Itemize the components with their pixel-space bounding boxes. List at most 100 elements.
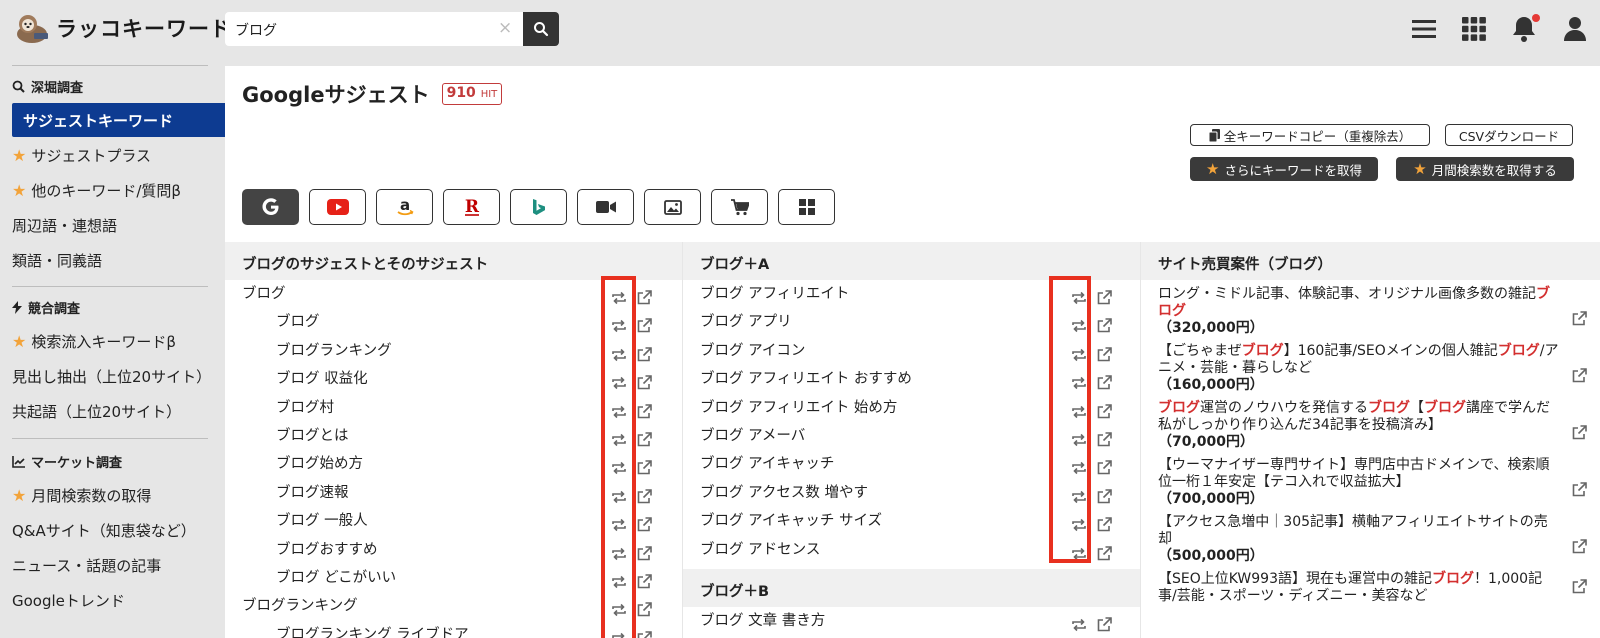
keyword-text[interactable]: ブログ アフィリエイト 始め方 <box>700 394 897 422</box>
video-camera-icon <box>595 201 616 213</box>
engine-tab-video[interactable] <box>577 189 634 225</box>
keyword-text[interactable]: ブログ アフィリエイト おすすめ <box>700 365 912 393</box>
external-link-icon[interactable] <box>1572 311 1587 331</box>
sidebar-item-inflow-keywords[interactable]: ★ 検索流入キーワードβ <box>12 324 176 358</box>
keyword-text[interactable]: ブログ <box>242 280 286 308</box>
external-link-icon[interactable] <box>1097 457 1113 475</box>
sidebar-item-headings[interactable]: 見出し抽出（上位20サイト） <box>12 359 211 393</box>
hit-count-badge: 910 HIT <box>441 83 503 105</box>
keyword-text[interactable]: ブログ アイキャッチ <box>700 450 834 478</box>
external-link-icon[interactable] <box>637 344 653 362</box>
keyword-text[interactable]: ブログ始め方 <box>276 450 363 478</box>
keyword-text[interactable]: ブログ アフィリエイト <box>700 280 849 308</box>
external-link-icon[interactable] <box>1572 425 1587 445</box>
sidebar-item-cooccurrence[interactable]: 共起語（上位20サイト） <box>12 394 181 428</box>
keyword-text[interactable]: ブログ アプリ <box>700 308 792 336</box>
sidebar-item-other-keywords[interactable]: ★ 他のキーワード/質問β <box>12 173 181 207</box>
clear-search-icon[interactable]: × <box>498 18 512 38</box>
keyword-text[interactable]: ブログ アドセンス <box>700 536 820 564</box>
external-link-icon[interactable] <box>637 401 653 418</box>
search-input[interactable]: ブログ <box>225 12 523 46</box>
keyword-text[interactable]: ブログ アイコン <box>700 337 805 365</box>
external-link-icon[interactable] <box>1097 429 1113 447</box>
external-link-icon[interactable] <box>1097 514 1113 532</box>
engine-tab-google[interactable] <box>242 189 299 225</box>
get-more-keywords-button[interactable]: ★ さらにキーワードを取得 <box>1190 157 1378 181</box>
csv-download-button[interactable]: CSVダウンロード <box>1445 124 1573 146</box>
keyword-row[interactable]: ブログ 文章 書き方 <box>683 607 1140 635</box>
external-link-icon[interactable] <box>637 457 653 475</box>
keyword-text[interactable]: ブログ 文章 書き方 <box>700 607 825 635</box>
keyword-text[interactable]: ブログ どこがいい <box>276 564 396 592</box>
external-link-icon[interactable] <box>1572 368 1587 388</box>
engine-tab-rakuten[interactable]: R <box>443 189 500 225</box>
keyword-text[interactable]: ブログ 収益化 <box>276 365 368 393</box>
engine-tab-image[interactable] <box>644 189 701 225</box>
user-account-icon[interactable] <box>1561 14 1589 44</box>
external-link-icon[interactable] <box>637 315 653 333</box>
logo[interactable]: ラッコキーワード <box>12 12 232 44</box>
site-sale-item[interactable]: 【SEO上位KW993語】現在も運営中の雑記ブログ！1,000記事/芸能・スポー… <box>1141 571 1600 605</box>
keyword-text[interactable]: ブログおすすめ <box>276 536 378 564</box>
keyword-text[interactable]: ブログランキング <box>276 337 392 365</box>
get-monthly-volume-button[interactable]: ★ 月間検索数を取得する <box>1396 157 1574 181</box>
site-sale-item[interactable]: ブログ運営のノウハウを発信するブログ【ブログ講座で学んだ私がしっかり作り込んだ3… <box>1141 400 1600 451</box>
keyword-text[interactable]: ブログとは <box>276 422 349 450</box>
keyword-text[interactable]: ブログ アクセス数 増やす <box>700 479 868 507</box>
external-link-icon[interactable] <box>1097 543 1113 560</box>
engine-tab-bing[interactable] <box>510 189 567 225</box>
search-button[interactable] <box>523 12 559 46</box>
sidebar-item-qa-sites[interactable]: Q&Aサイト（知恵袋など） <box>12 513 196 547</box>
keyword-text[interactable]: ブログ 一般人 <box>276 507 368 535</box>
keyword-text[interactable]: ブログ アメーバ <box>700 422 805 450</box>
keyword-text[interactable]: ブログランキング ライブドア <box>276 621 469 638</box>
external-link-icon[interactable] <box>1097 344 1113 362</box>
menu-icon[interactable] <box>1410 14 1438 44</box>
external-link-icon[interactable] <box>637 429 653 447</box>
engine-tab-amazon[interactable]: a <box>376 189 433 225</box>
sidebar-item-suggest-keyword[interactable]: サジェストキーワード <box>12 103 225 137</box>
engine-tab-shopping[interactable] <box>711 189 768 225</box>
external-link-icon[interactable] <box>637 599 653 617</box>
sidebar-item-google-trends[interactable]: Googleトレンド <box>12 583 125 617</box>
keyword-text[interactable]: ブログ <box>276 308 320 336</box>
external-link-icon[interactable] <box>1097 287 1113 305</box>
external-link-icon[interactable] <box>637 571 653 589</box>
site-sale-item[interactable]: 【ごちゃまぜブログ】160記事/SEOメインの個人雑記ブログ/アニメ・芸能・暮ら… <box>1141 343 1600 394</box>
external-link-icon[interactable] <box>637 628 653 638</box>
engine-tab-youtube[interactable] <box>309 189 366 225</box>
keyword-text[interactable]: ブログ速報 <box>276 479 349 507</box>
keyword-text[interactable]: ブログランキング <box>242 592 358 620</box>
external-link-icon[interactable] <box>637 514 653 532</box>
site-sale-item[interactable]: ロング・ミドル記事、体験記事、オリジナル画像多数の雑記ブログ （320,000円） <box>1141 286 1600 337</box>
sidebar-item-news[interactable]: ニュース・話題の記事 <box>12 548 161 582</box>
sidebar-item-synonyms[interactable]: 類語・同義語 <box>12 243 102 277</box>
external-link-icon[interactable] <box>1097 315 1113 333</box>
site-sale-item[interactable]: 【アクセス急増中｜305記事】横軸アフィリエイトサイトの売却 （500,000円） <box>1141 514 1600 565</box>
external-link-icon[interactable] <box>637 543 653 560</box>
external-link-icon[interactable] <box>637 486 653 504</box>
copy-all-keywords-button[interactable]: 全キーワードコピー（重複除去） <box>1190 124 1430 146</box>
sale-title-text: 】160記事/SEOメインの個人雑記 <box>1283 343 1498 359</box>
apps-grid-icon[interactable] <box>1460 14 1488 44</box>
external-link-icon[interactable] <box>637 287 653 305</box>
keyword-text[interactable]: ブログ村 <box>276 394 334 422</box>
site-sale-item[interactable]: 【ウーマナイザー専門サイト】専門店中古ドメインで、検索順位一桁１年安定【テコ入れ… <box>1141 457 1600 508</box>
external-link-icon[interactable] <box>1097 486 1113 504</box>
external-link-icon[interactable] <box>637 372 653 390</box>
star-icon: ★ <box>12 485 27 505</box>
sidebar-item-suggest-plus[interactable]: ★ サジェストプラス <box>12 138 151 172</box>
keyword-text[interactable]: ブログ アイキャッチ サイズ <box>700 507 882 535</box>
sidebar-item-related-words[interactable]: 周辺語・連想語 <box>12 208 117 242</box>
external-link-icon[interactable] <box>1097 401 1113 418</box>
external-link-icon[interactable] <box>1097 372 1113 390</box>
sidebar-item-monthly-volume[interactable]: ★ 月間検索数の取得 <box>12 478 151 512</box>
external-link-icon[interactable] <box>1572 579 1587 599</box>
page-title-text: Googleサジェスト <box>242 83 430 107</box>
dig-suggest-icon[interactable] <box>1071 614 1087 631</box>
external-link-icon[interactable] <box>1572 539 1587 559</box>
external-link-icon[interactable] <box>1097 614 1113 632</box>
external-link-icon[interactable] <box>1572 482 1587 502</box>
engine-tab-apps[interactable] <box>778 189 835 225</box>
star-icon: ★ <box>12 331 27 351</box>
